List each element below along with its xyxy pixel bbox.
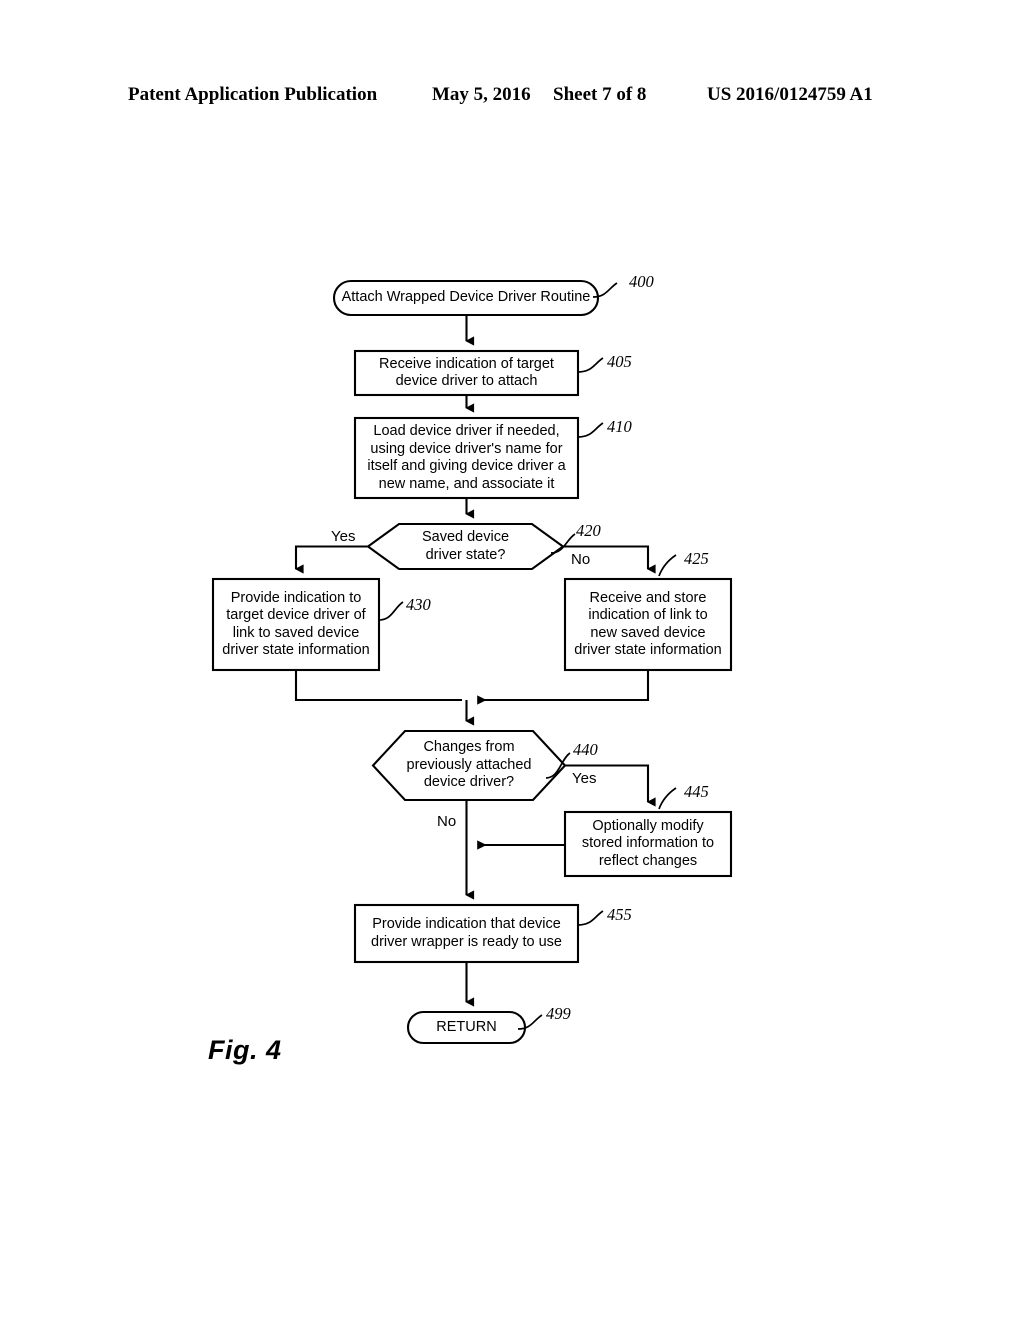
flowchart-graphics (211, 279, 733, 1045)
leader-425 (658, 554, 677, 577)
node-425-label: Receive and store indication of link to … (574, 589, 722, 659)
leader-410 (577, 422, 604, 438)
node-440-label: Changes from previously attached device … (406, 739, 532, 791)
ref-numeral-440: 440 (573, 740, 598, 759)
ref-numeral-405: 405 (607, 352, 632, 371)
ref-numeral-430: 430 (406, 595, 431, 614)
node-405-label: Receive indication of target device driv… (379, 355, 554, 390)
leader-455 (577, 910, 604, 926)
node-499-label: RETURN (436, 1018, 497, 1035)
branch-label-440-no: No (437, 813, 457, 830)
node-455-label: Provide indication that device driver wr… (371, 916, 562, 950)
figure-caption: Fig. 4 (208, 1035, 282, 1065)
ref-numeral-425: 425 (684, 549, 709, 568)
leader-445 (658, 787, 677, 810)
node-420-label: Saved device driver state? (421, 529, 510, 563)
branch-label-420-no: No (571, 551, 591, 568)
edge-420-yes-to-430 (294, 545, 368, 574)
branch-label-440-yes: Yes (572, 770, 597, 787)
leader-430 (378, 601, 404, 621)
ref-numeral-445: 445 (684, 782, 709, 801)
node-445-label: Optionally modify stored information to … (581, 817, 715, 869)
ref-numeral-400: 400 (629, 272, 654, 291)
node-410-label: Load device driver if needed, using devi… (367, 423, 566, 492)
leader-405 (577, 357, 604, 373)
branch-label-420-yes: Yes (331, 528, 356, 545)
leader-440 (545, 752, 571, 779)
edge-430-to-merge (294, 670, 462, 702)
ref-numeral-420: 420 (576, 521, 601, 540)
flowchart-diagram: Attach Wrapped Device Driver Routine Rec… (0, 0, 1024, 1320)
ref-numeral-455: 455 (607, 905, 632, 924)
ref-numeral-410: 410 (607, 417, 632, 436)
node-400-label: Attach Wrapped Device Driver Routine (341, 289, 591, 306)
ref-numeral-499: 499 (546, 1004, 571, 1023)
edge-425-to-merge (477, 670, 650, 705)
node-430-label: Provide indication to target device driv… (222, 589, 370, 659)
